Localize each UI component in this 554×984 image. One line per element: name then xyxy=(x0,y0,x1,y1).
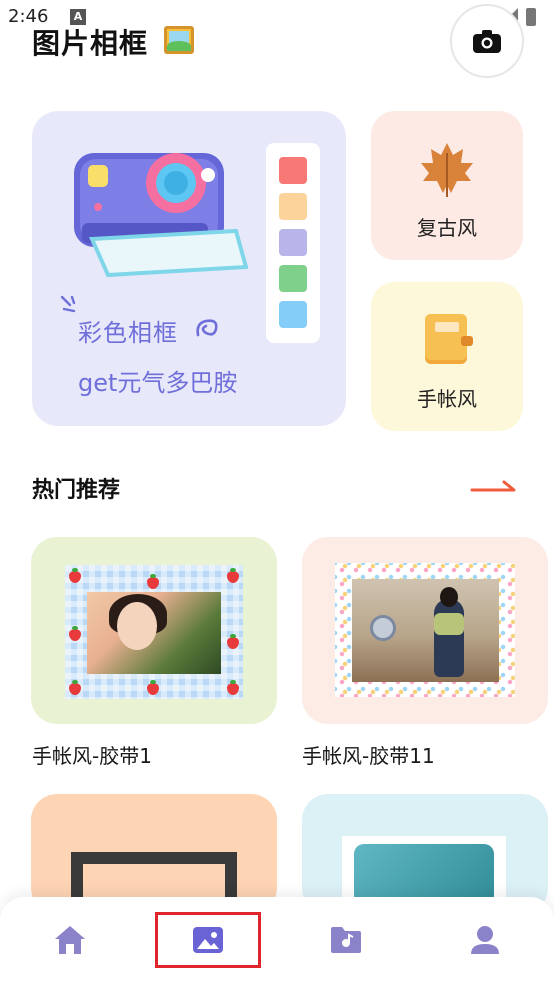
framed-picture-icon xyxy=(164,26,194,54)
swirl-icon xyxy=(196,319,218,337)
sparkle-icon xyxy=(60,295,76,313)
swatch-green xyxy=(279,265,307,292)
notebook-icon xyxy=(425,314,473,364)
hero-title: 彩色相框 xyxy=(78,319,178,347)
swatch-blue xyxy=(279,301,307,328)
bottom-nav xyxy=(0,897,554,984)
colorful-frame-card[interactable]: 彩色相框 get元气多巴胺 xyxy=(32,111,346,426)
template-photo xyxy=(352,579,499,682)
retro-style-label: 复古风 xyxy=(417,216,477,240)
home-icon xyxy=(55,926,85,954)
swatch-purple xyxy=(279,229,307,256)
nav-folder[interactable] xyxy=(316,915,376,965)
profile-icon xyxy=(471,926,499,954)
journal-style-card[interactable]: 手帐风 xyxy=(371,282,523,431)
instant-camera-icon xyxy=(74,153,248,278)
section-title: 热门推荐 xyxy=(32,478,121,503)
camera-button[interactable] xyxy=(450,4,524,78)
color-swatch-panel xyxy=(266,143,320,343)
template-name-2: 手帐风-胶带11 xyxy=(302,744,435,768)
swatch-orange xyxy=(279,193,307,220)
template-card-1[interactable] xyxy=(31,537,277,724)
template-card-2[interactable] xyxy=(302,537,548,724)
arrow-right-icon[interactable] xyxy=(470,476,518,498)
nav-profile[interactable] xyxy=(455,915,515,965)
template-name-1: 手帐风-胶带1 xyxy=(32,744,152,768)
nav-home[interactable] xyxy=(40,915,100,965)
nav-active-highlight xyxy=(155,912,261,968)
folder-icon xyxy=(331,927,361,953)
camera-icon xyxy=(473,30,501,53)
retro-style-card[interactable]: 复古风 xyxy=(371,111,523,260)
maple-leaf-icon xyxy=(421,143,473,197)
journal-style-label: 手帐风 xyxy=(417,387,477,411)
screen: 2:46 A 图片相框 彩色相框 get元气多巴胺 复古风 手帐风 热门推荐 手… xyxy=(0,0,554,984)
template-card-3[interactable] xyxy=(31,794,277,914)
battery-icon xyxy=(526,8,536,26)
page-title: 图片相框 xyxy=(32,27,149,60)
template-card-4[interactable] xyxy=(302,794,548,914)
hero-subtitle: get元气多巴胺 xyxy=(78,369,238,397)
template-photo xyxy=(87,592,221,674)
swatch-red xyxy=(279,157,307,184)
